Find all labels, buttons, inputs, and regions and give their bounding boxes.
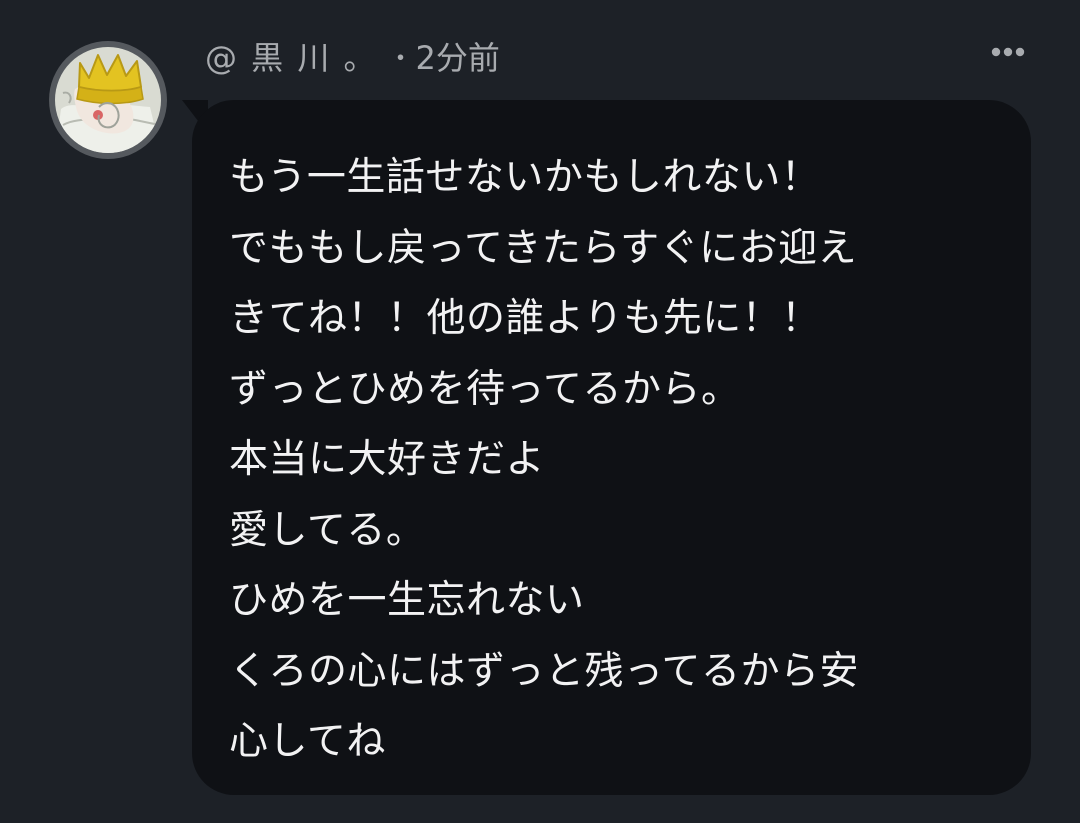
message-bubble[interactable]: もう一生話せないかもしれない！ でももし戻ってきたらすぐにお迎え きてね！！他の…: [192, 100, 1031, 795]
avatar[interactable]: [49, 41, 167, 159]
message-line: でももし戻ってきたらすぐにお迎え: [229, 225, 858, 271]
comment-header: @ 黒 川 。 ・ 2分前: [205, 32, 500, 80]
author-name[interactable]: @ 黒 川 。: [205, 33, 378, 79]
profile-avatar-icon: [55, 47, 161, 153]
message-line: くろの心にはずっと残ってるから安: [229, 648, 860, 694]
message-line: ひめを一生忘れない: [229, 578, 585, 623]
more-options-icon: [991, 47, 1025, 57]
more-options-button[interactable]: [984, 36, 1032, 68]
message-line: ずっとひめを待ってるから。: [229, 366, 741, 412]
message-line: もう一生話せないかもしれない！: [229, 155, 821, 200]
message-line: 愛してる。: [229, 507, 426, 553]
message-line: 心してね: [229, 719, 386, 764]
message-line: 本当に大好きだよ: [229, 437, 546, 482]
message-line: きてね！！他の誰よりも先に！！: [229, 296, 821, 341]
timestamp: 2分前: [415, 39, 500, 77]
meta-separator: ・: [387, 43, 414, 74]
